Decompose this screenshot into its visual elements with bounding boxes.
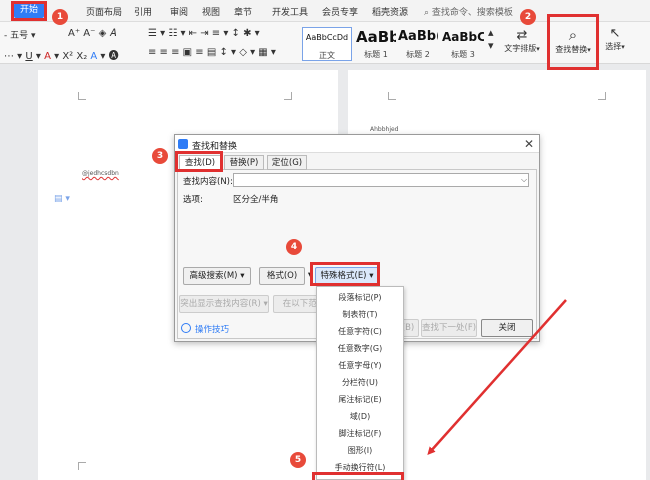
select-button[interactable]: ↖ 选择▾ (600, 26, 630, 52)
style-h1-preview: AaBb (356, 28, 396, 46)
step-marker-2: 2 (520, 9, 536, 25)
menu-member[interactable]: 会员专享 (322, 5, 358, 18)
format-icons[interactable]: ⋯ ▾ U ▾ A ▾ X² X₂ A ▾ 🅐 (4, 47, 119, 62)
annotation-highlight-special-format (310, 262, 380, 286)
cursor-icon: ↖ (609, 26, 621, 41)
menu-item-tab[interactable]: 制表符(T) (317, 306, 403, 323)
text-layout-button[interactable]: ⇄ 文字排版▾ (500, 28, 544, 54)
menu-item-any-letter[interactable]: 任意字母(Y) (317, 357, 403, 374)
style-h3-label: 标题 3 (451, 50, 475, 59)
select-label: 选择 (605, 42, 622, 51)
menu-references[interactable]: 引用 (134, 5, 152, 18)
tab-replace[interactable]: 替换(P) (224, 155, 264, 170)
document-text-right: Ahbbhjed (370, 126, 399, 133)
text-layout-label: 文字排版 (504, 44, 537, 53)
margin-mark (388, 92, 396, 100)
text-layout-icon: ⇄ (516, 28, 528, 43)
font-size-value: 五号 (10, 31, 29, 41)
style-heading-2[interactable]: AaBb( 标题 2 (398, 27, 438, 61)
search-icon: ⌕ (424, 8, 430, 18)
advanced-search-button[interactable]: 高级搜索(M) ▾ (183, 267, 251, 285)
style-h3-preview: AaBbC (442, 30, 484, 44)
step-marker-5: 5 (290, 452, 306, 468)
command-search[interactable]: ⌕ 查找命令、搜索模板 (424, 5, 513, 18)
style-normal[interactable]: AaBbCcDd 正文 (302, 27, 352, 61)
annotation-highlight-find-tab (175, 151, 223, 172)
options-label: 选项: (183, 195, 203, 205)
find-what-label: 查找内容(N): (183, 177, 233, 187)
close-icon[interactable]: ✕ (521, 136, 537, 152)
style-normal-label: 正文 (319, 51, 335, 60)
chevron-down-icon[interactable]: ⌵ (519, 174, 529, 186)
margin-mark (78, 92, 86, 100)
align-icons[interactable]: ≡ ≡ ≡ ▣ ≡ ▤ ↕ ▾ ◇ ▾ ▦ ▾ (148, 47, 276, 58)
highlight-results-button[interactable]: 突出显示查找内容(R) ▾ (179, 295, 269, 313)
menu-page-layout[interactable]: 页面布局 (86, 5, 122, 18)
margin-mark (598, 92, 606, 100)
style-scroll-icon[interactable]: ▴ ▾ (488, 26, 494, 52)
menu-item-graphic[interactable]: 图形(I) (317, 442, 403, 459)
menu-review[interactable]: 审阅 (170, 5, 188, 18)
annotation-highlight-find-replace (547, 14, 599, 70)
format-button[interactable]: 格式(O) (259, 267, 305, 285)
style-heading-1[interactable]: AaBb 标题 1 (356, 27, 396, 61)
menu-item-footnote-mark[interactable]: 脚注标记(F) (317, 425, 403, 442)
menu-developer[interactable]: 开发工具 (272, 5, 308, 18)
style-h2-preview: AaBb( (398, 29, 438, 44)
list-icons[interactable]: ☰ ▾ ☷ ▾ ⇤ ⇥ ≡ ▾ ↕ ✱ ▾ (148, 28, 260, 39)
document-text-left: @jedhcsdbn (82, 170, 119, 177)
menu-item-any-char[interactable]: 任意字符(C) (317, 323, 403, 340)
style-h2-label: 标题 2 (406, 50, 430, 59)
find-next-button[interactable]: 查找下一处(F) (421, 319, 477, 337)
step-marker-4: 4 (286, 239, 302, 255)
menu-view[interactable]: 视图 (202, 5, 220, 18)
menu-item-endnote-mark[interactable]: 尾注标记(E) (317, 391, 403, 408)
font-grow-icon[interactable]: A⁺ A⁻ ◈ 𝐴 (68, 28, 116, 39)
style-h1-label: 标题 1 (364, 50, 388, 59)
find-what-input[interactable] (233, 173, 529, 187)
menu-item-field[interactable]: 域(D) (317, 408, 403, 425)
menu-item-column-break[interactable]: 分栏符(U) (317, 374, 403, 391)
margin-mark (284, 92, 292, 100)
margin-mark (78, 462, 86, 470)
special-format-menu: 段落标记(P) 制表符(T) 任意字符(C) 任意数字(G) 任意字母(Y) 分… (316, 286, 404, 480)
menu-section[interactable]: 章节 (234, 5, 252, 18)
paste-options-icon[interactable]: ▤ ▾ (54, 194, 70, 204)
tips-icon (181, 323, 191, 333)
step-marker-1: 1 (52, 9, 68, 25)
annotation-highlight-start (11, 1, 47, 21)
step-marker-3: 3 (152, 148, 168, 164)
menu-item-any-digit[interactable]: 任意数字(G) (317, 340, 403, 357)
tab-goto[interactable]: 定位(G) (267, 155, 307, 170)
style-normal-preview: AaBbCcDd (305, 33, 349, 42)
annotation-highlight-line-break (312, 472, 404, 480)
options-value: 区分全/半角 (233, 195, 279, 205)
font-size-select[interactable]: - 五号 ▾ (4, 28, 36, 41)
menu-item-paragraph-mark[interactable]: 段落标记(P) (317, 289, 403, 306)
app-icon (178, 139, 188, 149)
menu-docer[interactable]: 稻壳资源 (372, 5, 408, 18)
style-heading-3[interactable]: AaBbC 标题 3 (442, 27, 484, 61)
command-search-placeholder: 查找命令、搜索模板 (431, 8, 513, 18)
close-dialog-button[interactable]: 关闭 (481, 319, 533, 337)
tips-link[interactable]: 操作技巧 (195, 323, 229, 335)
dialog-title-bar[interactable]: 查找和替换 ✕ (175, 135, 539, 153)
